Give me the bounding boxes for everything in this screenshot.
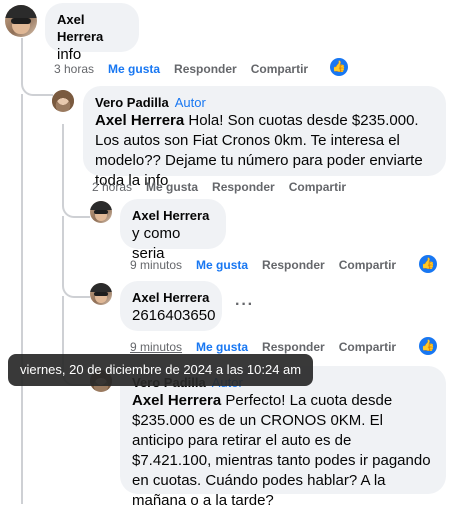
- thumbs-up-icon[interactable]: 👍: [419, 255, 437, 273]
- share-button[interactable]: Compartir: [289, 180, 346, 194]
- mention[interactable]: Axel Herrera: [132, 392, 221, 409]
- thread-line: [62, 216, 90, 298]
- like-button[interactable]: Me gusta: [196, 258, 248, 272]
- share-button[interactable]: Compartir: [339, 340, 396, 354]
- comment-author[interactable]: Vero Padilla: [95, 95, 169, 110]
- share-button[interactable]: Compartir: [339, 258, 396, 272]
- comment-text: Axel Herrera Perfecto! La cuota desde $2…: [132, 392, 431, 509]
- avatar[interactable]: [52, 90, 74, 112]
- reply-button[interactable]: Responder: [212, 180, 275, 194]
- share-button[interactable]: Compartir: [251, 62, 308, 76]
- comment-time[interactable]: 3 horas: [54, 62, 94, 76]
- comment-time[interactable]: 9 minutos: [130, 340, 182, 354]
- comment-text: Axel Herrera Hola! Son cuotas desde $235…: [95, 112, 423, 189]
- comment-actions: 3 horas Me gusta Responder Compartir: [54, 62, 322, 76]
- reply-button[interactable]: Responder: [262, 340, 325, 354]
- comment-author[interactable]: Axel Herrera: [132, 289, 210, 306]
- mention[interactable]: Axel Herrera: [95, 112, 184, 129]
- more-options-icon[interactable]: ···: [235, 296, 254, 314]
- avatar[interactable]: [5, 5, 37, 37]
- thumbs-up-icon[interactable]: 👍: [419, 337, 437, 355]
- comment-time[interactable]: 9 minutos: [130, 258, 182, 272]
- avatar[interactable]: [90, 283, 112, 305]
- comment-actions: 2 horas Me gusta Responder Compartir: [92, 180, 360, 194]
- comment-author[interactable]: Axel Herrera: [57, 11, 127, 45]
- author-badge: Autor: [174, 95, 206, 110]
- comment-bubble: Axel Herrera y como seria: [120, 199, 226, 262]
- thumbs-up-icon[interactable]: 👍: [330, 58, 348, 76]
- comment-actions: 9 minutos Me gusta Responder Compartir: [130, 340, 410, 354]
- reply-button[interactable]: Responder: [174, 62, 237, 76]
- comment-actions: 9 minutos Me gusta Responder Compartir: [130, 258, 410, 272]
- thread-line: [21, 94, 23, 504]
- like-button[interactable]: Me gusta: [196, 340, 248, 354]
- timestamp-tooltip: viernes, 20 de diciembre de 2024 a las 1…: [8, 354, 314, 386]
- like-button[interactable]: Me gusta: [146, 180, 198, 194]
- like-button[interactable]: Me gusta: [108, 62, 160, 76]
- reply-button[interactable]: Responder: [262, 258, 325, 272]
- comment-bubble: Axel Herrera info: [45, 3, 139, 63]
- thread-line: [21, 38, 53, 96]
- comment-text: 2616403650: [132, 307, 216, 324]
- comment-bubble: Vero Padilla Autor Axel Herrera Hola! Son…: [83, 86, 446, 189]
- comment-author[interactable]: Axel Herrera: [132, 207, 214, 224]
- comment-bubble: Axel Herrera 2616403650: [120, 281, 222, 331]
- avatar[interactable]: [90, 201, 112, 223]
- comment-author-line: Vero Padilla Autor: [95, 94, 434, 111]
- comment-time[interactable]: 2 horas: [92, 180, 132, 194]
